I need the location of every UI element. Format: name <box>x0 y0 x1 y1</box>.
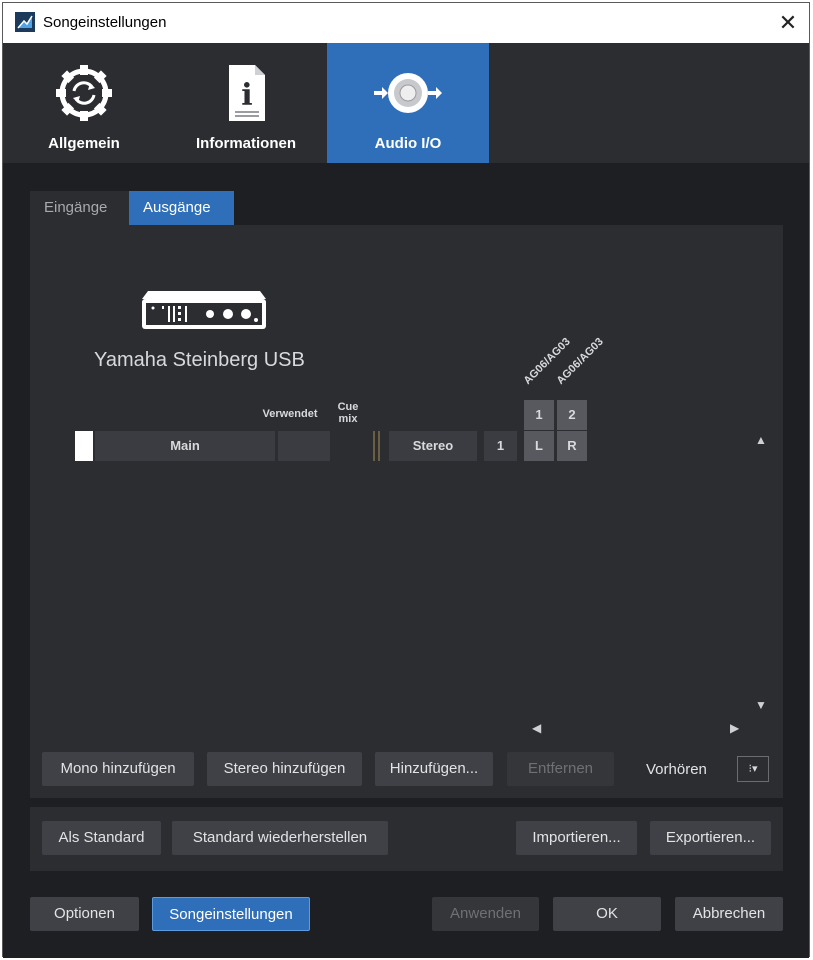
column-header-mix: mix <box>338 413 358 425</box>
as-default-button[interactable]: Als Standard <box>42 821 161 855</box>
apply-button[interactable]: Anwenden <box>432 897 539 931</box>
svg-text:i: i <box>241 78 252 113</box>
info-document-icon: i <box>229 65 265 121</box>
preview-dropdown[interactable]: ⁝▾ <box>737 756 769 782</box>
defaults-panel: Als Standard Standard wiederherstellen I… <box>30 807 783 871</box>
scroll-down-arrow[interactable]: ▼ <box>755 698 767 712</box>
tab-informationen[interactable]: i Informationen <box>165 43 327 163</box>
tab-ausgaenge[interactable]: Ausgänge <box>129 191 234 225</box>
scroll-right-arrow[interactable]: ▶ <box>730 721 739 735</box>
restore-default-button[interactable]: Standard wiederherstellen <box>172 821 388 855</box>
tab-label-informationen: Informationen <box>196 135 296 152</box>
column-header-verwendet: Verwendet <box>262 408 318 420</box>
mono-add-button[interactable]: Mono hinzufügen <box>42 752 194 786</box>
window-title: Songeinstellungen <box>43 14 167 31</box>
tab-label-audio-io: Audio I/O <box>374 135 442 152</box>
assign-left-cell[interactable]: L <box>524 431 554 461</box>
channel-count-cell[interactable]: 1 <box>484 431 517 461</box>
tab-eingaenge[interactable]: Eingänge <box>30 191 129 225</box>
preview-label: Vorhören <box>646 761 707 778</box>
outputs-panel: Yamaha Steinberg USB AG06/AG03 AG06/AG03… <box>30 225 783 798</box>
device-name: Yamaha Steinberg USB <box>94 349 305 371</box>
scroll-up-arrow[interactable]: ▲ <box>755 433 767 447</box>
add-button[interactable]: Hinzufügen... <box>375 752 493 786</box>
category-tab-bar: Allgemein i Informationen Audio I/O <box>3 43 809 163</box>
speaker-arrows-icon <box>374 73 442 113</box>
tab-audio-io[interactable]: Audio I/O <box>327 43 489 163</box>
title-bar: Songeinstellungen ✕ <box>3 3 809 43</box>
export-button[interactable]: Exportieren... <box>650 821 771 855</box>
channel-number-1: 1 <box>524 400 554 430</box>
import-button[interactable]: Importieren... <box>516 821 637 855</box>
settings-content: Eingänge Ausgänge Yamaha Steinberg USB A… <box>3 163 809 958</box>
color-swatch[interactable] <box>75 431 93 461</box>
song-settings-button[interactable]: Songeinstellungen <box>152 897 310 931</box>
assign-right-cell[interactable]: R <box>557 431 587 461</box>
separator <box>378 431 380 461</box>
scroll-left-arrow[interactable]: ◀ <box>532 721 541 735</box>
song-settings-window: Songeinstellungen ✕ Allgemein i Informat… <box>2 2 810 958</box>
remove-button[interactable]: Entfernen <box>507 752 614 786</box>
channel-number-2: 2 <box>557 400 587 430</box>
cancel-button[interactable]: Abbrechen <box>675 897 783 931</box>
gear-refresh-icon <box>56 65 112 121</box>
verwendet-cell[interactable] <box>278 431 330 461</box>
ok-button[interactable]: OK <box>553 897 661 931</box>
audio-interface-icon <box>142 291 266 329</box>
stereo-add-button[interactable]: Stereo hinzufügen <box>207 752 362 786</box>
column-header-cue: Cue <box>337 401 359 413</box>
tab-allgemein[interactable]: Allgemein <box>3 43 165 163</box>
tab-label-allgemein: Allgemein <box>48 135 120 152</box>
app-icon <box>15 12 35 32</box>
close-button[interactable]: ✕ <box>771 7 805 39</box>
format-cell[interactable]: Stereo <box>389 431 477 461</box>
options-button[interactable]: Optionen <box>30 897 139 931</box>
separator <box>373 431 375 461</box>
output-name-main[interactable]: Main <box>95 431 275 461</box>
